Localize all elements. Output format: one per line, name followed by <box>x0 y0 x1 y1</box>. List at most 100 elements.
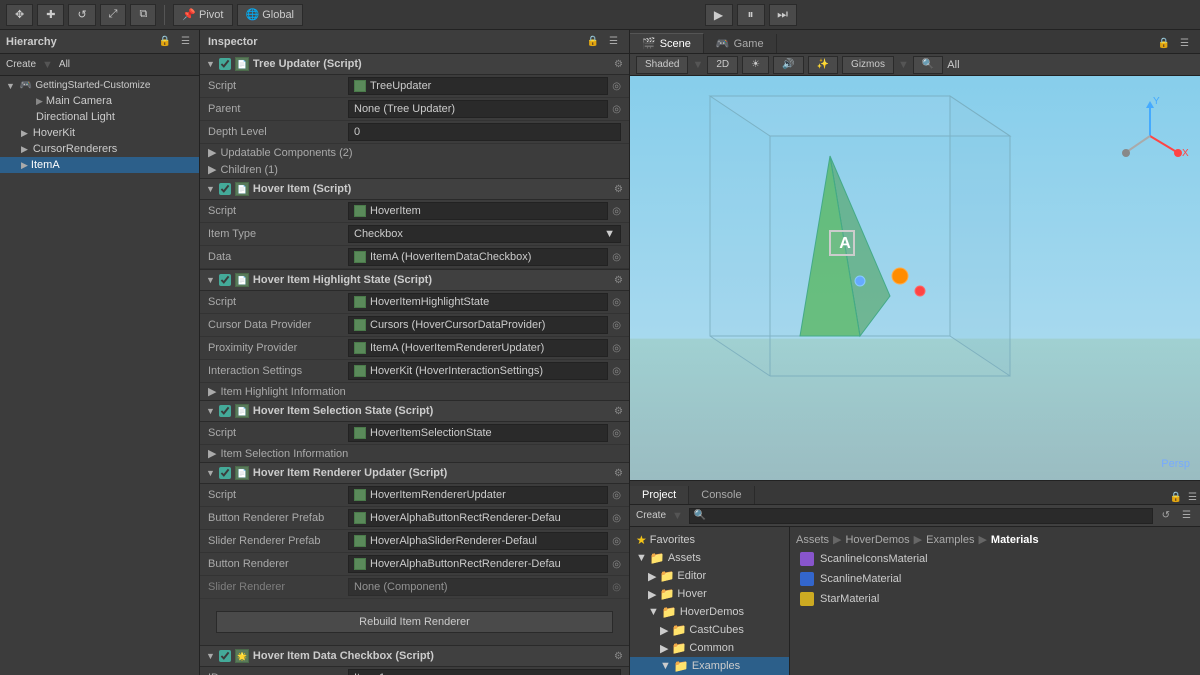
project-menu[interactable]: ☰ <box>1185 491 1200 504</box>
cursor-data-value[interactable]: Cursors (HoverCursorDataProvider) <box>348 316 608 334</box>
undo-btn[interactable]: ↺ <box>68 4 95 26</box>
hover-item-settings-icon[interactable]: ⚙ <box>614 184 623 195</box>
expand-children[interactable]: ▶ Children (1) <box>200 161 629 178</box>
selection-script-select[interactable]: ◎ <box>612 428 621 439</box>
file-scanline-icons-material[interactable]: ScanlineIconsMaterial <box>796 550 1194 568</box>
proj-favorites[interactable]: ★ Favorites <box>630 531 789 549</box>
hierarchy-all-btn[interactable]: All <box>59 59 70 70</box>
search-btn[interactable]: 🔍 <box>913 56 943 74</box>
proj-hover[interactable]: ▶ 📁 Hover <box>630 585 789 603</box>
tab-console[interactable]: Console <box>689 486 754 504</box>
hierarchy-scene-root[interactable]: ▼ 🎮 GettingStarted-Customize <box>0 78 199 93</box>
button-renderer-prefab-value[interactable]: HoverAlphaButtonRectRenderer-Defau <box>348 509 608 527</box>
interaction-select-btn[interactable]: ◎ <box>612 366 621 377</box>
slider-renderer-prefab-value[interactable]: HoverAlphaSliderRenderer-Defaul <box>348 532 608 550</box>
tab-scene[interactable]: 🎬 Scene <box>630 33 704 53</box>
hierarchy-item-itema[interactable]: ▶ ItemA <box>0 157 199 173</box>
proj-sync-btn[interactable]: ↺ <box>1159 509 1173 522</box>
proj-editor[interactable]: ▶ 📁 Editor <box>630 567 789 585</box>
component-hover-item-toggle[interactable] <box>219 183 231 195</box>
field-parent-value[interactable]: None (Tree Updater) <box>348 100 608 118</box>
expand-selection-info[interactable]: ▶ Item Selection Information <box>200 445 629 462</box>
hierarchy-item-hoverkit[interactable]: ▶ HoverKit <box>0 125 199 141</box>
tab-game[interactable]: 🎮 Game <box>704 34 777 53</box>
hierarchy-item-directional-light[interactable]: Directional Light <box>0 109 199 125</box>
proximity-select-btn[interactable]: ◎ <box>612 343 621 354</box>
scale-btn[interactable]: ⤢ <box>100 4 127 26</box>
proj-filter-btn[interactable]: ☰ <box>1179 509 1194 522</box>
slider-renderer-select[interactable]: ◎ <box>612 582 621 593</box>
data-checkbox-settings[interactable]: ⚙ <box>614 651 623 662</box>
component-settings-icon[interactable]: ⚙ <box>614 59 623 70</box>
interaction-settings-value[interactable]: HoverKit (HoverInteractionSettings) <box>348 362 608 380</box>
tab-project[interactable]: Project <box>630 486 689 504</box>
step-button[interactable]: ⏭ <box>769 4 797 26</box>
hierarchy-menu[interactable]: ☰ <box>178 35 193 48</box>
viewport-menu[interactable]: ☰ <box>1177 37 1192 50</box>
proj-hoverdemos[interactable]: ▼ 📁 HoverDemos <box>630 603 789 621</box>
hierarchy-create-btn[interactable]: Create <box>6 59 36 70</box>
highlight-script-value[interactable]: HoverItemHighlightState <box>348 293 608 311</box>
fx-btn[interactable]: ✨ <box>808 56 838 74</box>
proj-castcubes[interactable]: ▶ 📁 CastCubes <box>630 621 789 639</box>
id-value[interactable]: Item-1 <box>348 669 621 675</box>
component-hover-selection-header[interactable]: ▼ 📄 Hover Item Selection State (Script) … <box>200 401 629 422</box>
hover-item-script-value[interactable]: HoverItem <box>348 202 608 220</box>
viewport-lock[interactable]: 🔒 <box>1155 37 1173 50</box>
hover-renderer-settings[interactable]: ⚙ <box>614 468 623 479</box>
hover-highlight-toggle[interactable] <box>219 274 231 286</box>
field-select-btn[interactable]: ◎ <box>612 81 621 92</box>
hover-highlight-settings[interactable]: ⚙ <box>614 275 623 286</box>
expand-highlight-info[interactable]: ▶ Item Highlight Information <box>200 383 629 400</box>
hover-item-script-select[interactable]: ◎ <box>612 206 621 217</box>
component-tree-updater-header[interactable]: ▼ 📄 Tree Updater (Script) ⚙ <box>200 54 629 75</box>
gizmos-btn[interactable]: Gizmos <box>842 56 894 74</box>
slider-prefab-select[interactable]: ◎ <box>612 536 621 547</box>
data-select-btn[interactable]: ◎ <box>612 252 621 263</box>
expand-updatable-components[interactable]: ▶ Updatable Components (2) <box>200 144 629 161</box>
lighting-btn[interactable]: ☀ <box>742 56 769 74</box>
pivot-btn[interactable]: 📌 Pivot <box>173 4 232 26</box>
layers-btn[interactable]: ⧉ <box>130 4 156 26</box>
file-star-material[interactable]: StarMaterial <box>796 590 1194 608</box>
inspector-lock[interactable]: 🔒 <box>584 35 602 48</box>
shaded-btn[interactable]: Shaded <box>636 56 688 74</box>
component-hover-renderer-header[interactable]: ▼ 📄 Hover Item Renderer Updater (Script)… <box>200 463 629 484</box>
field-depth-value[interactable]: 0 <box>348 123 621 141</box>
component-hover-data-checkbox-header[interactable]: ▼ 🌟 Hover Item Data Checkbox (Script) ⚙ <box>200 646 629 667</box>
hover-selection-settings[interactable]: ⚙ <box>614 406 623 417</box>
global-btn[interactable]: 🌐 Global <box>237 4 304 26</box>
add-btn[interactable]: ✚ <box>37 4 64 26</box>
project-lock[interactable]: 🔒 <box>1167 491 1185 504</box>
inspector-menu[interactable]: ☰ <box>606 35 621 48</box>
selection-script-value[interactable]: HoverItemSelectionState <box>348 424 608 442</box>
component-hover-item-header[interactable]: ▼ 📄 Hover Item (Script) ⚙ <box>200 179 629 200</box>
renderer-script-value[interactable]: HoverItemRendererUpdater <box>348 486 608 504</box>
component-hover-highlight-header[interactable]: ▼ 📄 Hover Item Highlight State (Script) … <box>200 270 629 291</box>
field-parent-select[interactable]: ◎ <box>612 104 621 115</box>
renderer-script-select[interactable]: ◎ <box>612 490 621 501</box>
cursor-select-btn[interactable]: ◎ <box>612 320 621 331</box>
proj-assets[interactable]: ▼ 📁 Assets <box>630 549 789 567</box>
project-create-btn[interactable]: Create <box>636 510 666 521</box>
transform-tools[interactable]: ✥ <box>6 4 33 26</box>
hover-renderer-toggle[interactable] <box>219 467 231 479</box>
pause-button[interactable]: ⏸ <box>737 4 765 26</box>
hierarchy-item-cursor-renderers[interactable]: ▶ CursorRenderers <box>0 141 199 157</box>
hover-data-checkbox-toggle[interactable] <box>219 650 231 662</box>
file-scanline-material[interactable]: ScanlineMaterial <box>796 570 1194 588</box>
btn-renderer-select[interactable]: ◎ <box>612 559 621 570</box>
scene-view[interactable]: Y X A Persp <box>630 76 1200 480</box>
proj-examples[interactable]: ▼ 📁 Examples <box>630 657 789 675</box>
highlight-script-select[interactable]: ◎ <box>612 297 621 308</box>
proximity-value[interactable]: ItemA (HoverItemRendererUpdater) <box>348 339 608 357</box>
proj-common[interactable]: ▶ 📁 Common <box>630 639 789 657</box>
2d-btn[interactable]: 2D <box>707 56 738 74</box>
hierarchy-item-main-camera[interactable]: ▶ Main Camera <box>0 93 199 109</box>
play-button[interactable]: ▶ <box>705 4 733 26</box>
hover-selection-toggle[interactable] <box>219 405 231 417</box>
hierarchy-lock[interactable]: 🔒 <box>156 35 174 48</box>
rebuild-item-renderer-button[interactable]: Rebuild Item Renderer <box>216 611 613 633</box>
audio-btn[interactable]: 🔊 <box>773 56 803 74</box>
component-tree-updater-toggle[interactable] <box>219 58 231 70</box>
